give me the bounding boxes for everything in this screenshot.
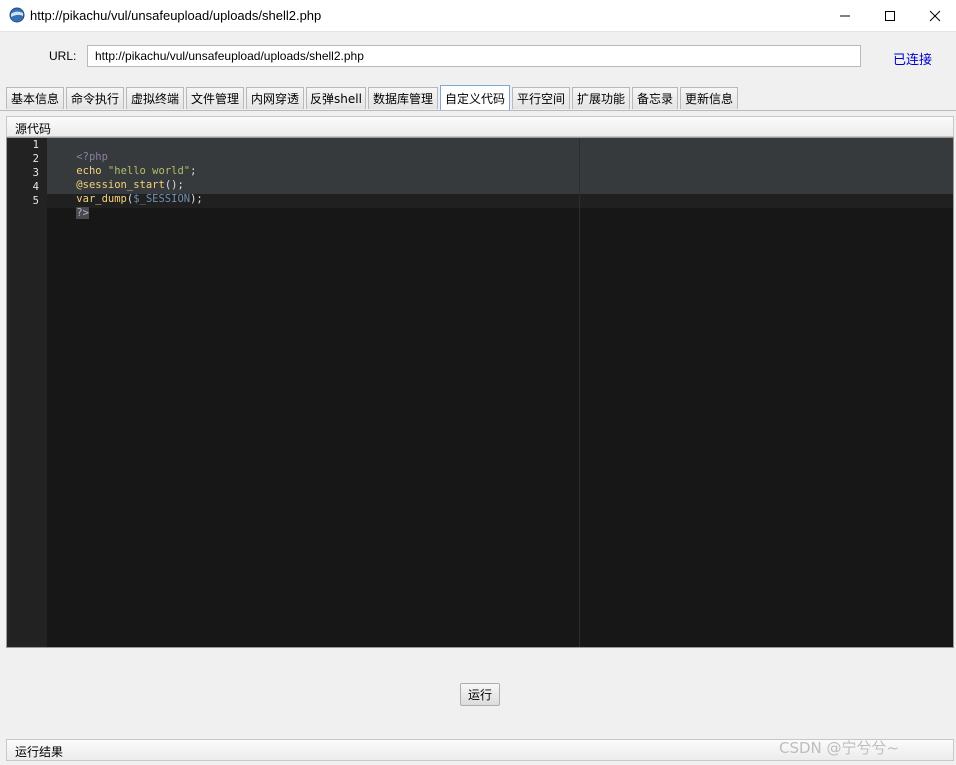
source-code-title: 源代码 xyxy=(15,122,52,136)
close-icon xyxy=(929,10,941,21)
close-button[interactable] xyxy=(912,0,956,31)
code-line: ?> xyxy=(51,195,89,231)
tab-intranet-tunnel[interactable]: 内网穿透 xyxy=(246,87,304,109)
line-number: 5 xyxy=(32,195,39,207)
tab-command-exec[interactable]: 命令执行 xyxy=(66,87,124,109)
maximize-button[interactable] xyxy=(867,0,913,31)
tab-extensions[interactable]: 扩展功能 xyxy=(572,87,630,109)
tab-reverse-shell[interactable]: 反弹shell xyxy=(306,87,366,109)
tab-database-manager[interactable]: 数据库管理 xyxy=(368,87,438,109)
run-button[interactable]: 运行 xyxy=(460,683,500,706)
window-title: http://pikachu/vul/unsafeupload/uploads/… xyxy=(30,8,322,23)
tab-basic-info[interactable]: 基本信息 xyxy=(6,87,64,109)
minimize-icon xyxy=(840,15,850,16)
watermark: CSDN @宁兮兮~ xyxy=(779,739,900,757)
tab-update-info[interactable]: 更新信息 xyxy=(680,87,738,109)
minimize-button[interactable] xyxy=(822,0,868,31)
tab-memo[interactable]: 备忘录 xyxy=(632,87,678,109)
print-margin xyxy=(579,138,580,647)
maximize-icon xyxy=(885,10,895,21)
line-number: 1 xyxy=(32,139,39,151)
tab-custom-code[interactable]: 自定义代码 xyxy=(440,85,510,110)
line-number: 4 xyxy=(32,181,39,193)
code-token: ); xyxy=(190,193,203,205)
line-number: 3 xyxy=(32,167,39,179)
run-result-title: 运行结果 xyxy=(15,745,64,759)
source-code-header: 源代码 xyxy=(6,116,954,137)
line-number-gutter: 1 2 3 4 5 xyxy=(7,138,47,647)
app-globe-icon xyxy=(9,7,25,23)
tab-bar: 基本信息 命令执行 虚拟终端 文件管理 内网穿透 反弹shell 数据库管理 自… xyxy=(0,84,956,111)
code-editor[interactable]: 1 2 3 4 5 <?php echo "hello world"; @ses… xyxy=(6,137,954,648)
connection-status: 已连接 xyxy=(893,53,933,68)
code-token: ; xyxy=(190,165,197,177)
line-number: 2 xyxy=(32,153,39,165)
tab-parallel-space[interactable]: 平行空间 xyxy=(512,87,570,109)
code-token: $_SESSION xyxy=(133,193,191,205)
tab-file-manager[interactable]: 文件管理 xyxy=(186,87,244,109)
title-bar: http://pikachu/vul/unsafeupload/uploads/… xyxy=(0,0,956,32)
tab-virtual-terminal[interactable]: 虚拟终端 xyxy=(126,87,184,109)
code-token: ?> xyxy=(76,207,89,219)
url-bar: URL: http://pikachu/vul/unsafeupload/upl… xyxy=(0,32,956,82)
url-input[interactable]: http://pikachu/vul/unsafeupload/uploads/… xyxy=(87,45,861,67)
url-label: URL: xyxy=(49,49,77,63)
